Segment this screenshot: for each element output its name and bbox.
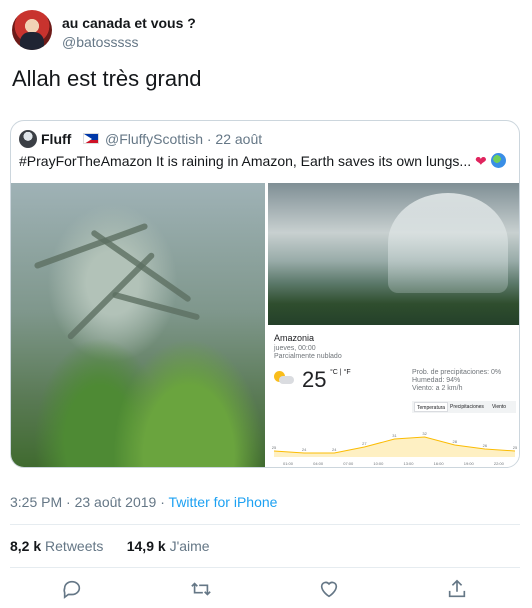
quoted-text: #PrayForTheAmazon It is raining in Amazo… xyxy=(19,153,515,170)
weather-temp-graph-svg: 25 24 24 27 31 32 28 26 25 01:00 04:00 07:00 10:00 13… xyxy=(272,431,518,466)
display-name[interactable]: au canada et vous ? xyxy=(62,15,196,31)
temp-label: 28 xyxy=(453,439,458,444)
temp-label: 31 xyxy=(392,433,397,438)
time-label: 01:00 xyxy=(283,461,294,466)
reply-icon[interactable] xyxy=(61,578,83,600)
tweet-text: Allah est très grand xyxy=(12,66,202,91)
globe-emoji-icon xyxy=(490,153,506,168)
weather-tab-temperature: Temperatura xyxy=(414,402,449,412)
temp-label: 26 xyxy=(483,443,488,448)
temp-label: 24 xyxy=(302,447,307,452)
weather-tab-wind: Viento xyxy=(492,404,507,410)
temp-label: 27 xyxy=(362,441,367,446)
tweet-header: au canada et vous ? @batosssss xyxy=(12,10,520,58)
weather-units: °C | °F xyxy=(330,369,351,376)
tweet-stats: 8,2 k Retweets 14,9 k J'aime xyxy=(10,538,210,554)
time-label: 22:00 xyxy=(494,461,505,466)
time-label: 19:00 xyxy=(464,461,475,466)
quoted-text-body: #PrayForTheAmazon It is raining in Amazo… xyxy=(19,153,472,169)
weather-wind: Viento: a 2 km/h xyxy=(412,385,463,392)
quoted-tweet[interactable]: Fluff @FluffyScottish · 22 août #PrayFor… xyxy=(10,120,520,468)
tweet-time[interactable]: 3:25 PM · 23 août 2019 · xyxy=(10,494,169,510)
temp-label: 32 xyxy=(422,431,427,436)
amazon-rain-photo[interactable] xyxy=(268,183,519,325)
temp-label: 25 xyxy=(513,445,518,450)
time-label: 04:00 xyxy=(313,461,324,466)
avatar[interactable] xyxy=(12,10,52,50)
retweets-label[interactable]: Retweets xyxy=(45,538,103,554)
weather-location: Amazonia xyxy=(274,333,315,343)
divider xyxy=(10,524,520,525)
quoted-display-name[interactable]: Fluff xyxy=(41,131,71,147)
like-icon[interactable] xyxy=(318,578,340,600)
weather-tabs: Temperatura Precipitaciones Viento xyxy=(412,401,516,413)
weather-tab-precip: Precipitaciones xyxy=(450,404,484,410)
weather-humidity: Humedad: 94% xyxy=(412,377,461,384)
temp-label: 25 xyxy=(272,445,277,450)
rain-palm-photo[interactable] xyxy=(11,183,265,467)
user-handle[interactable]: @batosssss xyxy=(62,34,138,50)
retweet-icon[interactable] xyxy=(190,578,212,600)
likes-count[interactable]: 14,9 k xyxy=(127,538,166,554)
partly-cloudy-icon xyxy=(274,371,294,385)
philippines-flag-icon xyxy=(83,133,99,144)
heart-emoji-icon: ❤ xyxy=(475,153,487,169)
weather-temp: 25 xyxy=(302,367,327,392)
time-label: 16:00 xyxy=(434,461,445,466)
share-icon[interactable] xyxy=(446,578,468,600)
time-label: 07:00 xyxy=(343,461,354,466)
quoted-header: Fluff @FluffyScottish · 22 août xyxy=(19,130,509,150)
divider xyxy=(10,567,520,568)
temp-label: 24 xyxy=(332,447,337,452)
tweet-source[interactable]: Twitter for iPhone xyxy=(169,494,278,510)
weather-date: jueves, 00:00 xyxy=(274,345,316,352)
temp-area xyxy=(274,437,515,457)
weather-temp-graph: 25 24 24 27 31 32 28 26 25 01:00 04:00 07:00 10:00 13… xyxy=(268,423,519,467)
quoted-avatar[interactable] xyxy=(19,130,37,148)
tweet-meta: 3:25 PM · 23 août 2019 · Twitter for iPh… xyxy=(10,494,277,510)
weather-screenshot[interactable]: Amazonia jueves, 00:00 Parcialmente nubl… xyxy=(268,327,519,467)
weather-precip: Prob. de precipitaciones: 0% xyxy=(412,369,502,376)
time-label: 10:00 xyxy=(373,461,384,466)
likes-label[interactable]: J'aime xyxy=(170,538,210,554)
tweet-actions xyxy=(0,578,532,604)
weather-condition: Parcialmente nublado xyxy=(274,353,342,360)
retweets-count[interactable]: 8,2 k xyxy=(10,538,41,554)
time-label: 13:00 xyxy=(403,461,414,466)
quoted-handle-date[interactable]: @FluffyScottish · 22 août xyxy=(105,131,262,147)
